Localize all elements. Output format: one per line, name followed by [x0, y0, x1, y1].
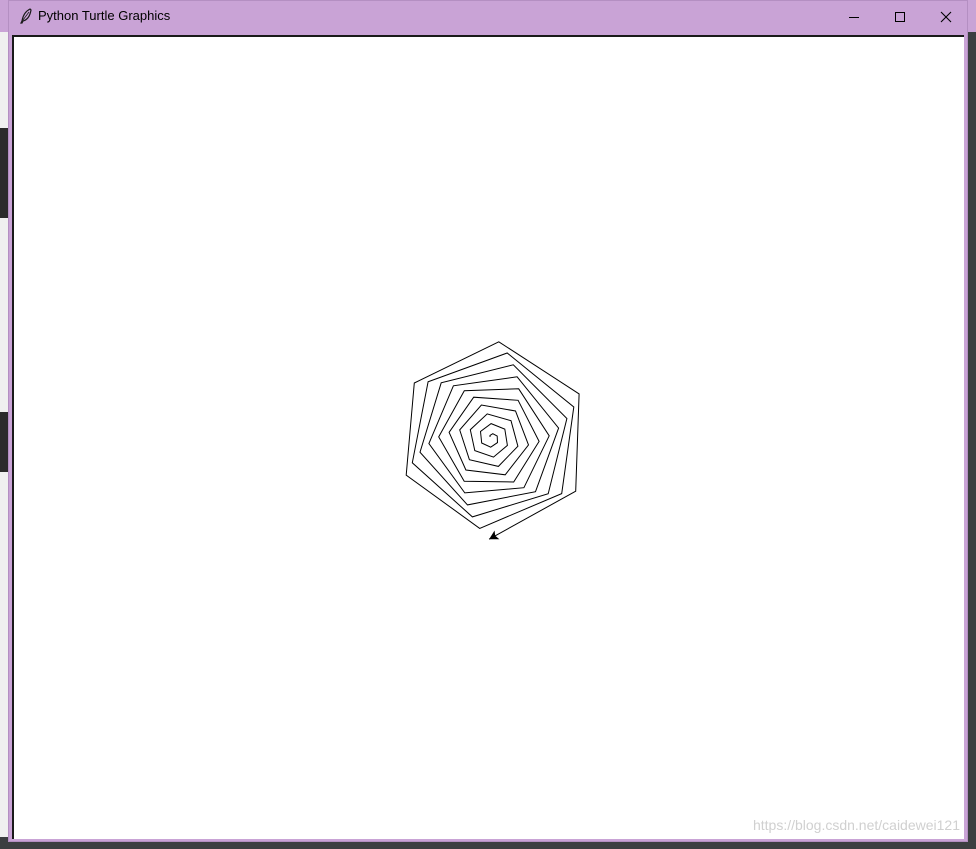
spiral-drawing	[405, 341, 580, 540]
turtle-arrow	[489, 530, 500, 540]
maximize-icon	[895, 11, 905, 22]
minimize-button[interactable]	[831, 1, 877, 32]
turtle-window: Python Turtle Graphics https://blog.csdn…	[8, 0, 968, 842]
minimize-icon	[849, 16, 859, 18]
turtle-cursor-icon	[489, 530, 500, 540]
turtle-canvas[interactable]: https://blog.csdn.net/caidewei121	[12, 35, 964, 839]
close-button[interactable]	[923, 1, 969, 32]
window-title: Python Turtle Graphics	[38, 8, 171, 23]
watermark-text: https://blog.csdn.net/caidewei121	[752, 817, 960, 833]
title-bar[interactable]: Python Turtle Graphics	[9, 1, 967, 32]
spiral-path	[405, 341, 580, 540]
feather-icon	[20, 8, 32, 24]
maximize-button[interactable]	[877, 1, 923, 32]
close-icon	[940, 11, 952, 22]
